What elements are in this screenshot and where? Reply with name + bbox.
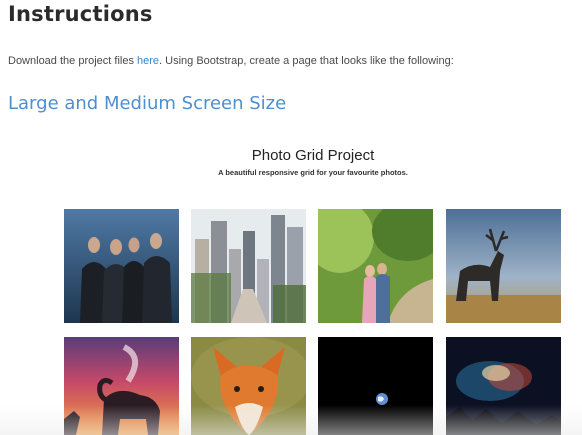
- deer-photo: [446, 209, 561, 323]
- project-files-link[interactable]: here: [137, 55, 159, 67]
- preview-title: Photo Grid Project: [251, 147, 375, 164]
- bottom-fade: [0, 405, 582, 435]
- preview-subtitle: A beautiful responsive grid for your fav…: [218, 168, 408, 177]
- intro-text: Download the project files here. Using B…: [8, 55, 454, 67]
- couple-photo: [318, 209, 433, 323]
- intro-text-after: . Using Bootstrap, create a page that lo…: [159, 55, 454, 67]
- city-photo: [191, 209, 306, 323]
- page-title: Instructions: [8, 2, 153, 26]
- instructions-page: Instructions Download the project files …: [0, 0, 582, 435]
- band-photo: [64, 209, 179, 323]
- section-heading: Large and Medium Screen Size: [8, 93, 287, 114]
- intro-text-before: Download the project files: [8, 55, 138, 67]
